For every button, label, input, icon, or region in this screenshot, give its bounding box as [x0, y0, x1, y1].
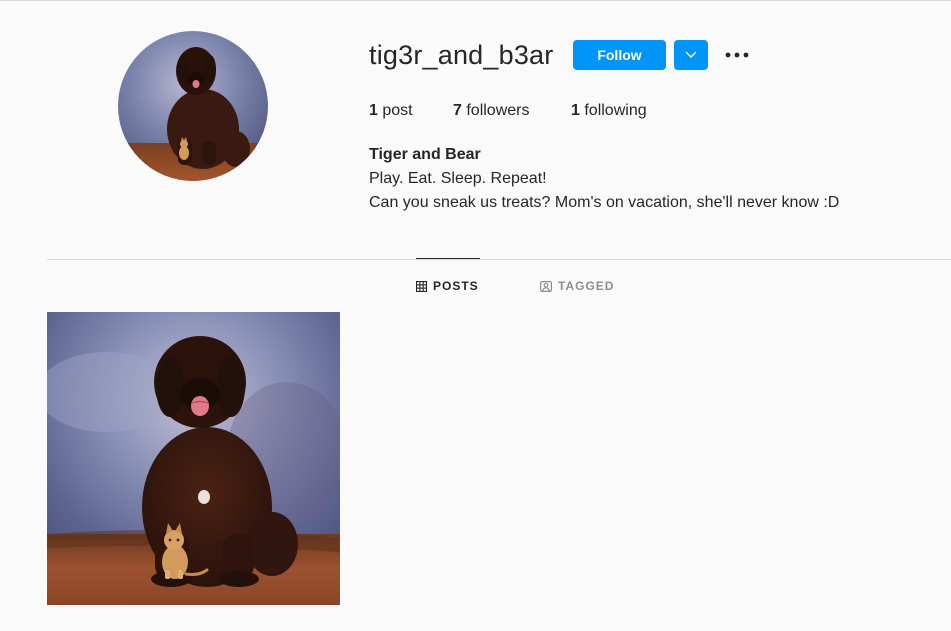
post-thumbnail[interactable]	[47, 312, 340, 605]
following-count-label: following	[579, 102, 647, 119]
posts-count: 1 post	[369, 102, 413, 120]
grid-icon	[416, 280, 427, 292]
bio-line: Can you sneak us treats? Mom's on vacati…	[369, 194, 840, 211]
chevron-down-icon	[685, 51, 697, 58]
posts-count-label: post	[377, 102, 413, 119]
follow-button[interactable]: Follow	[573, 40, 666, 70]
followers-link[interactable]: 7 followers	[453, 102, 529, 120]
dog-and-kitten-photo	[118, 31, 268, 181]
tab-posts[interactable]: POSTS	[416, 279, 479, 293]
profile-full-name: Tiger and Bear	[369, 146, 481, 163]
posts-count-value: 1	[369, 102, 378, 119]
ellipsis-icon	[725, 52, 749, 58]
active-tab-indicator	[416, 258, 480, 259]
followers-count-value: 7	[453, 102, 462, 119]
tab-tagged[interactable]: TAGGED	[540, 279, 614, 293]
following-link[interactable]: 1 following	[571, 102, 647, 120]
tab-posts-label: POSTS	[433, 279, 479, 293]
top-border	[0, 0, 951, 1]
more-options-button[interactable]	[722, 40, 752, 70]
tabs-divider	[47, 259, 951, 260]
profile-avatar[interactable]	[118, 31, 268, 181]
profile-username: tig3r_and_b3ar	[369, 40, 554, 70]
tab-tagged-label: TAGGED	[558, 279, 615, 293]
followers-count-label: followers	[461, 102, 530, 119]
dog-and-kitten-photo	[47, 312, 340, 605]
suggested-accounts-dropdown-button[interactable]	[674, 40, 708, 70]
following-count-value: 1	[571, 102, 580, 119]
bio-line: Play. Eat. Sleep. Repeat!	[369, 170, 547, 187]
tagged-icon	[540, 280, 552, 292]
